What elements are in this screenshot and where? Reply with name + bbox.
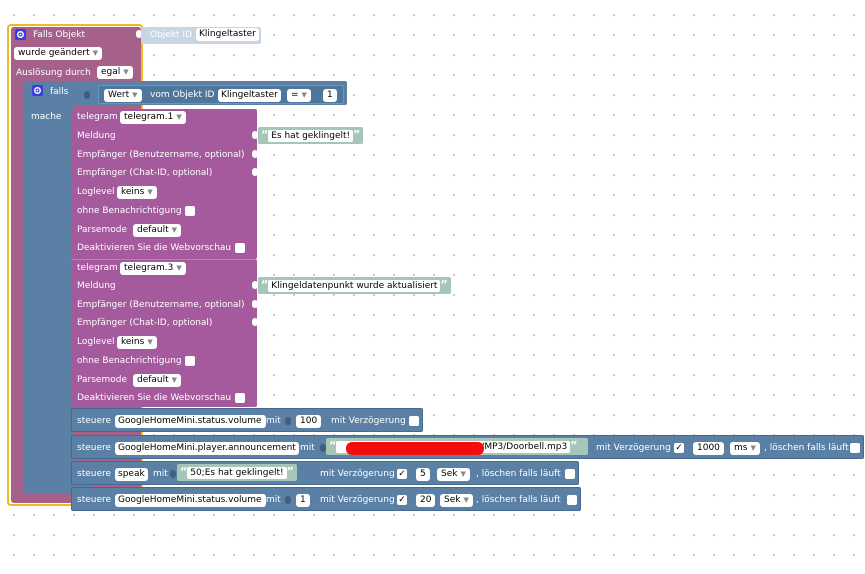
loeschen-checkbox[interactable] xyxy=(850,443,860,453)
operator-dropdown[interactable]: = ▼ xyxy=(287,89,311,102)
compare-value[interactable]: 1 xyxy=(323,89,337,102)
speak-string[interactable]: “50;Es hat geklingelt!” xyxy=(177,464,297,481)
empfaenger-chat-label: Empfänger (Chat-ID, optional) xyxy=(77,318,213,328)
steuere-label: steuere xyxy=(77,443,112,453)
telegram-instance-dropdown[interactable]: telegram.1 ▼ xyxy=(120,111,186,124)
deaktivieren-label: Deaktivieren Sie die Webvorschau xyxy=(77,393,232,403)
input-connector xyxy=(252,168,258,176)
meldung-label: Meldung xyxy=(77,281,116,291)
target-field[interactable]: GoogleHomeMini.status.volume xyxy=(115,415,266,428)
steuere-label: steuere xyxy=(77,469,112,479)
input-connector xyxy=(285,417,291,425)
value-field[interactable]: 100 xyxy=(296,415,322,428)
falls-label: falls xyxy=(50,87,69,97)
target-field[interactable]: GoogleHomeMini.status.volume xyxy=(115,494,266,507)
telegram-label: telegram xyxy=(77,263,118,273)
telegram-instance-dropdown[interactable]: telegram.3 ▼ xyxy=(120,262,186,275)
loeschen-checkbox[interactable] xyxy=(567,495,577,505)
meldung-text[interactable]: Klingeldatenpunkt wurde aktualisiert xyxy=(268,280,441,292)
meldung-text[interactable]: Es hat geklingelt! xyxy=(268,130,354,142)
ausloesung-label: Auslösung durch xyxy=(16,68,91,78)
input-connector xyxy=(84,91,90,99)
unit-dropdown[interactable]: Sek ▼ xyxy=(440,494,473,507)
loglevel-label: Loglevel xyxy=(77,187,115,197)
verzoegerung-label: mit Verzögerung xyxy=(331,416,406,426)
objekt-id-label: Objekt ID xyxy=(150,30,193,40)
gear-icon[interactable] xyxy=(15,29,26,40)
steuere-label: steuere xyxy=(77,495,112,505)
wurde-dropdown[interactable]: wurde geändert ▼ xyxy=(14,47,103,60)
parsemode-dropdown[interactable]: default ▼ xyxy=(133,224,182,237)
empfaenger-user-label: Empfänger (Benutzername, optional) xyxy=(77,150,245,160)
meldung-string[interactable]: “Es hat geklingelt!” xyxy=(258,127,364,144)
input-connector xyxy=(285,496,291,504)
objekt-field[interactable]: Klingeltaster xyxy=(218,89,281,102)
trigger-title: Falls Objekt xyxy=(33,30,85,40)
falls-block[interactable] xyxy=(23,81,73,493)
delay-field[interactable]: 20 xyxy=(416,494,436,507)
ohne-checkbox[interactable] xyxy=(185,206,195,216)
telegram-label: telegram xyxy=(77,112,118,122)
verzoegerung-checkbox[interactable]: ✓ xyxy=(397,469,407,479)
ausloesung-dropdown[interactable]: egal ▼ xyxy=(97,66,133,79)
parsemode-label: Parsemode xyxy=(77,375,127,385)
verzoegerung-checkbox[interactable]: ✓ xyxy=(397,495,407,505)
mit-label: mit xyxy=(153,469,168,479)
speak-text[interactable]: 50;Es hat geklingelt! xyxy=(187,467,287,479)
delay-field[interactable]: 1000 xyxy=(693,442,724,455)
input-connector xyxy=(252,150,258,158)
unit-dropdown[interactable]: Sek ▼ xyxy=(437,468,470,481)
objekt-id-field[interactable]: Klingeltaster xyxy=(196,28,259,41)
parsemode-dropdown[interactable]: default ▼ xyxy=(133,374,182,387)
input-connector xyxy=(252,318,258,326)
ohne-label: ohne Benachrichtigung xyxy=(77,206,182,216)
verzoegerung-label: mit Verzögerung xyxy=(596,443,671,453)
loeschen-label: , löschen falls läuft xyxy=(476,495,561,505)
parsemode-label: Parsemode xyxy=(77,225,127,235)
value-field[interactable]: 1 xyxy=(296,494,310,507)
target-field[interactable]: GoogleHomeMini.player.announcement xyxy=(115,442,299,455)
verzoegerung-label: mit Verzögerung xyxy=(320,469,395,479)
mache-label: mache xyxy=(31,112,62,122)
deaktivieren-label: Deaktivieren Sie die Webvorschau xyxy=(77,243,232,253)
empfaenger-user-label: Empfänger (Benutzername, optional) xyxy=(77,300,245,310)
meldung-label: Meldung xyxy=(77,131,116,141)
wert-dropdown[interactable]: Wert ▼ xyxy=(104,89,142,102)
mit-label: mit xyxy=(266,495,281,505)
vom-objekt-label: vom Objekt ID xyxy=(150,90,215,100)
mit-label: mit xyxy=(266,416,281,426)
delay-field[interactable]: 5 xyxy=(416,468,430,481)
verzoegerung-checkbox[interactable]: ✓ xyxy=(674,443,684,453)
verzoegerung-label: mit Verzögerung xyxy=(320,495,395,505)
loeschen-label: , löschen falls läuft xyxy=(476,469,561,479)
loglevel-dropdown[interactable]: keins ▼ xyxy=(117,336,157,349)
loglevel-label: Loglevel xyxy=(77,337,115,347)
verzoegerung-checkbox[interactable] xyxy=(409,416,419,426)
deaktivieren-checkbox[interactable] xyxy=(235,243,245,253)
redaction-mark xyxy=(346,442,484,455)
target-field[interactable]: speak xyxy=(115,468,148,481)
loglevel-dropdown[interactable]: keins ▼ xyxy=(117,186,157,199)
empfaenger-chat-label: Empfänger (Chat-ID, optional) xyxy=(77,168,213,178)
loeschen-label: , löschen falls läuft xyxy=(764,443,849,453)
gear-icon[interactable] xyxy=(32,85,43,96)
ohne-checkbox[interactable] xyxy=(185,356,195,366)
mit-label: mit xyxy=(300,443,315,453)
input-connector xyxy=(252,300,258,308)
ohne-label: ohne Benachrichtigung xyxy=(77,356,182,366)
unit-dropdown[interactable]: ms ▼ xyxy=(730,442,760,455)
deaktivieren-checkbox[interactable] xyxy=(235,393,245,403)
loeschen-checkbox[interactable] xyxy=(565,469,575,479)
input-connector xyxy=(170,470,176,478)
steuere-label: steuere xyxy=(77,416,112,426)
meldung-string[interactable]: “Klingeldatenpunkt wurde aktualisiert” xyxy=(258,277,451,294)
